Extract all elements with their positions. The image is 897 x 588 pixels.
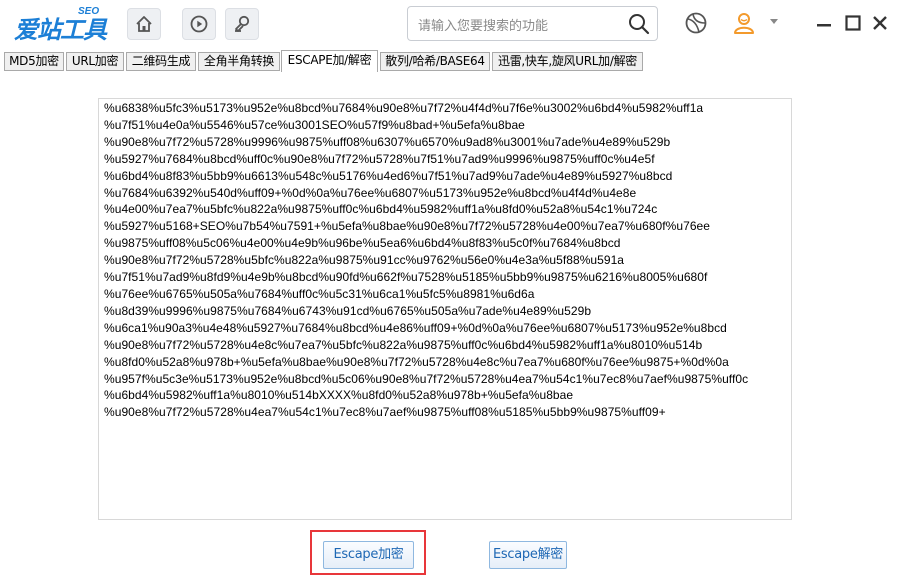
escape-decrypt-button[interactable]: Escape解密 [489, 541, 567, 569]
app-logo[interactable]: 爱站工具包 SEO [14, 6, 114, 79]
home-icon [136, 16, 152, 32]
maximize-icon[interactable] [844, 14, 862, 32]
close-icon[interactable] [871, 14, 889, 32]
output-line: %u6ca1%u90a3%u4e48%u5927%u7684%u8bcd%u4e… [104, 320, 727, 335]
output-line: %u5927%u5168+SEO%u7b54%u7591+%u5efa%u8ba… [104, 219, 710, 234]
escape-panel: %u6838%u5fc3%u5173%u952e%u8bcd%u7684%u90… [0, 72, 897, 588]
minimize-icon[interactable] [815, 14, 833, 32]
output-line: %u4e00%u7ea7%u5bfc%u822a%u9875%uff0c%u6b… [104, 202, 658, 217]
escape-encrypt-button[interactable]: Escape加密 [323, 541, 414, 569]
user-menu-caret-icon[interactable] [770, 19, 778, 24]
tab-qrcode[interactable]: 二维码生成 [126, 52, 196, 71]
output-line: %u7f51%u7ad9%u8fd9%u4e9b%u8bcd%u90fd%u66… [104, 270, 708, 285]
basketball-icon[interactable] [684, 11, 708, 35]
play-icon [190, 15, 208, 33]
logo-badge: SEO [78, 6, 100, 17]
output-line: %u5927%u7684%u8bcd%uff0c%u90e8%u7f72%u57… [104, 151, 655, 166]
tool-icon [235, 15, 250, 32]
output-line: %u90e8%u7f72%u5728%u5bfc%u822a%u9875%u91… [104, 253, 625, 268]
output-line: %u90e8%u7f72%u5728%u4e8c%u7ea7%u5bfc%u82… [104, 337, 703, 352]
output-line: %u8d39%u9996%u9875%u7684%u6743%u91cd%u67… [104, 303, 592, 318]
user-icon[interactable] [732, 11, 756, 35]
output-line: %u957f%u5c3e%u5173%u952e%u8bcd%u5c06%u90… [104, 371, 749, 386]
output-line: %u6bd4%u8f83%u5bb9%u6613%u548c%u5176%u4e… [104, 168, 673, 183]
search-input[interactable] [416, 13, 626, 37]
output-line: %u7f51%u4e0a%u5546%u57ce%u3001SEO%u57f9%… [104, 117, 525, 132]
output-line: %u90e8%u7f72%u5728%u4ea7%u54c1%u7ec8%u7a… [104, 405, 666, 420]
search-icon[interactable] [627, 12, 651, 36]
tab-escape[interactable]: ESCAPE加/解密 [281, 50, 378, 73]
tab-bar: MD5加密 URL加密 二维码生成 全角半角转换 ESCAPE加/解密 散列/哈… [0, 50, 897, 73]
home-button[interactable] [127, 8, 161, 40]
tab-url-encrypt[interactable]: URL加密 [66, 52, 124, 71]
tab-hash-base64[interactable]: 散列/哈希/BASE64 [380, 52, 490, 71]
search-box [407, 6, 658, 41]
output-line: %u8fd0%u52a8%u978b+%u5efa%u8bae%u90e8%u7… [104, 354, 729, 369]
output-line: %u76ee%u6765%u505a%u7684%uff0c%u5c31%u6c… [104, 286, 535, 301]
output-line: %u90e8%u7f72%u5728%u9996%u9875%uff08%u63… [104, 134, 671, 149]
tab-md5[interactable]: MD5加密 [4, 52, 64, 71]
title-bar: 爱站工具包 SEO [0, 0, 897, 79]
output-line: %u9875%uff08%u5c06%u4e00%u4e9b%u96be%u5e… [104, 236, 621, 251]
output-line: %u6bd4%u5982%uff1a%u8010%u514bXXXX%u8fd0… [104, 388, 574, 403]
tab-thunder-url[interactable]: 迅雷,快车,旋风URL加/解密 [492, 52, 643, 71]
output-line: %u7684%u6392%u540d%uff09+%0d%0a%u76ee%u6… [104, 185, 637, 200]
tab-fullwidth-halfwidth[interactable]: 全角半角转换 [198, 52, 280, 71]
output-line: %u6838%u5fc3%u5173%u952e%u8bcd%u7684%u90… [104, 101, 704, 115]
output-textarea[interactable]: %u6838%u5fc3%u5173%u952e%u8bcd%u7684%u90… [98, 98, 792, 520]
tool-button[interactable] [225, 8, 259, 40]
play-button[interactable] [182, 8, 216, 40]
